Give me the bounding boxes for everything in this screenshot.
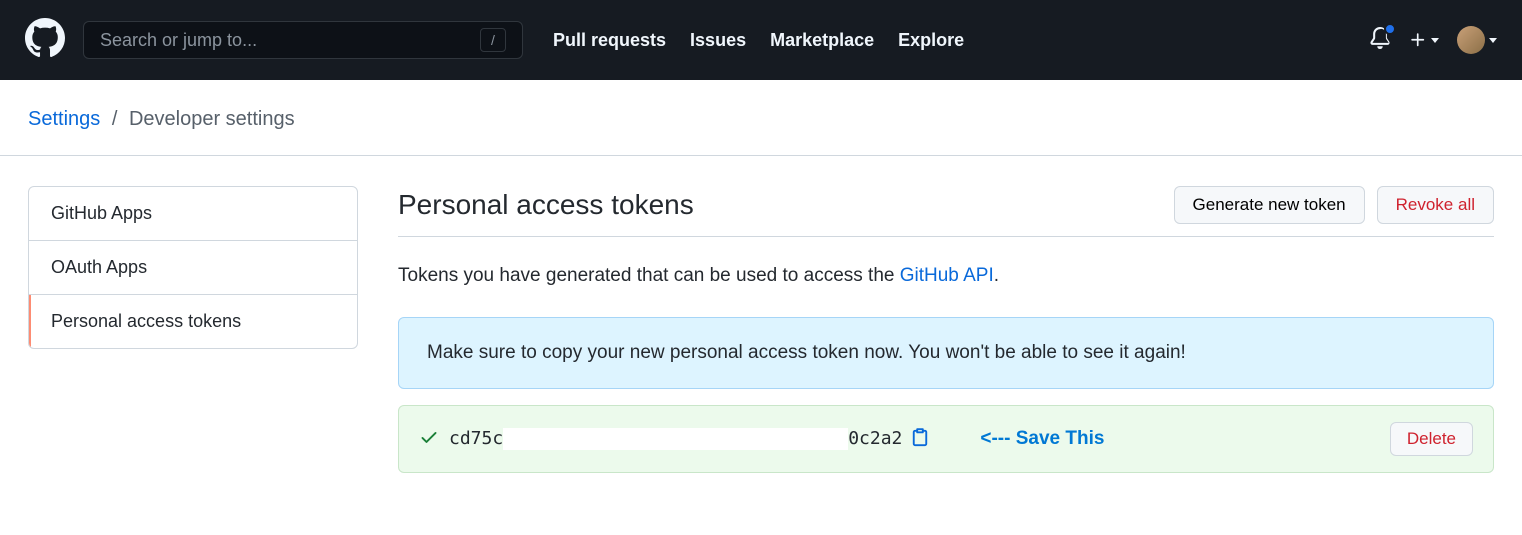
nav-pull-requests[interactable]: Pull requests xyxy=(553,30,666,51)
user-menu-dropdown[interactable] xyxy=(1457,26,1497,54)
header-actions xyxy=(1369,26,1497,54)
settings-sidebar: GitHub Apps OAuth Apps Personal access t… xyxy=(28,186,358,349)
mark-github-icon xyxy=(25,18,65,58)
info-prefix: Tokens you have generated that can be us… xyxy=(398,265,900,286)
token-value: cd75c 0c2a2 xyxy=(449,428,902,450)
sidebar-item-github-apps[interactable]: GitHub Apps xyxy=(29,187,357,241)
sidebar-item-personal-access-tokens[interactable]: Personal access tokens xyxy=(29,295,357,348)
chevron-down-icon xyxy=(1489,38,1497,43)
primary-nav: Pull requests Issues Marketplace Explore xyxy=(553,30,964,51)
delete-token-button[interactable]: Delete xyxy=(1390,422,1473,456)
breadcrumb-current: Developer settings xyxy=(129,108,295,130)
breadcrumb-settings[interactable]: Settings xyxy=(28,108,100,130)
notifications-button[interactable] xyxy=(1369,27,1391,54)
slash-key-icon: / xyxy=(480,28,506,52)
check-icon xyxy=(419,427,439,452)
top-header: Search or jump to... / Pull requests Iss… xyxy=(0,0,1522,80)
token-prefix: cd75c xyxy=(449,428,503,449)
breadcrumb-separator: / xyxy=(112,108,118,130)
generate-new-token-button[interactable]: Generate new token xyxy=(1174,186,1365,224)
search-placeholder: Search or jump to... xyxy=(100,30,480,51)
breadcrumb: Settings / Developer settings xyxy=(0,80,1522,156)
notification-indicator-icon xyxy=(1384,23,1396,35)
nav-marketplace[interactable]: Marketplace xyxy=(770,30,874,51)
avatar xyxy=(1457,26,1485,54)
new-token-row: cd75c 0c2a2 <--- Save This Delete xyxy=(398,405,1494,473)
revoke-all-button[interactable]: Revoke all xyxy=(1377,186,1494,224)
token-suffix: 0c2a2 xyxy=(848,428,902,449)
sidebar-item-oauth-apps[interactable]: OAuth Apps xyxy=(29,241,357,295)
flash-notice: Make sure to copy your new personal acce… xyxy=(398,317,1494,389)
chevron-down-icon xyxy=(1431,38,1439,43)
main-content: Personal access tokens Generate new toke… xyxy=(398,186,1494,473)
page-title: Personal access tokens xyxy=(398,189,694,221)
nav-explore[interactable]: Explore xyxy=(898,30,964,51)
save-this-annotation: <--- Save This xyxy=(980,428,1104,450)
copy-token-button[interactable] xyxy=(910,427,930,452)
content-area: GitHub Apps OAuth Apps Personal access t… xyxy=(0,156,1522,503)
page-header: Personal access tokens Generate new toke… xyxy=(398,186,1494,237)
github-logo[interactable] xyxy=(25,18,65,63)
info-text: Tokens you have generated that can be us… xyxy=(398,265,1494,287)
token-redacted xyxy=(503,428,848,450)
create-new-dropdown[interactable] xyxy=(1409,31,1439,49)
nav-issues[interactable]: Issues xyxy=(690,30,746,51)
github-api-link[interactable]: GitHub API xyxy=(900,265,994,286)
plus-icon xyxy=(1409,31,1427,49)
clipboard-icon xyxy=(910,427,930,447)
info-suffix: . xyxy=(994,265,999,286)
header-buttons: Generate new token Revoke all xyxy=(1174,186,1494,224)
search-input[interactable]: Search or jump to... / xyxy=(83,21,523,59)
